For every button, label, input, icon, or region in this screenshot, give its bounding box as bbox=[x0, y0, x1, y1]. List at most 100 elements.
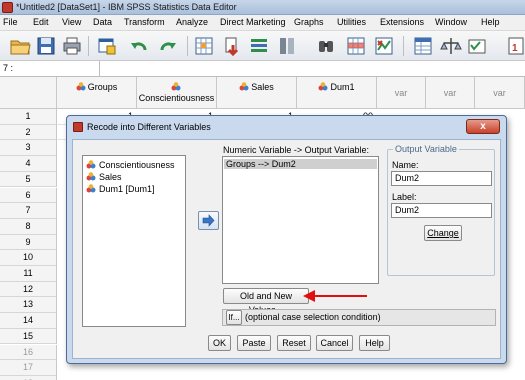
row-number[interactable]: 5 bbox=[0, 171, 57, 188]
open-folder-icon[interactable] bbox=[9, 35, 31, 57]
column-header-var[interactable]: var bbox=[426, 77, 475, 109]
row-number[interactable]: 1 bbox=[0, 109, 57, 125]
column-header-conscientiousness[interactable]: Conscientiousness bbox=[137, 77, 217, 109]
dialog-titlebar[interactable]: Recode into Different Variables x bbox=[67, 116, 506, 137]
nominal-variable-icon bbox=[318, 82, 328, 91]
row-number[interactable]: 15 bbox=[0, 328, 57, 345]
reset-button[interactable]: Reset bbox=[277, 335, 311, 351]
nominal-variable-icon bbox=[239, 82, 249, 91]
row-number[interactable]: 2 bbox=[0, 124, 57, 141]
row-number[interactable]: 12 bbox=[0, 281, 57, 298]
split-file-icon[interactable] bbox=[276, 35, 298, 57]
row-number[interactable]: 9 bbox=[0, 234, 57, 251]
row-number[interactable]: 8 bbox=[0, 218, 57, 235]
row-number[interactable]: 6 bbox=[0, 187, 57, 204]
column-header-groups[interactable]: Groups bbox=[57, 77, 137, 109]
variable-name: Sales bbox=[99, 172, 122, 182]
if-condition-area: If... (optional case selection condition… bbox=[222, 309, 496, 326]
column-header-var[interactable]: var bbox=[377, 77, 426, 109]
menu-extensions[interactable]: Extensions bbox=[380, 17, 424, 27]
print-icon[interactable] bbox=[61, 35, 83, 57]
weight-cases-icon[interactable] bbox=[440, 35, 462, 57]
mapping-list[interactable]: Groups --> Dum2 bbox=[222, 156, 379, 284]
dialog-recall-icon[interactable] bbox=[96, 35, 118, 57]
column-label: var bbox=[394, 88, 408, 98]
change-button[interactable]: Change bbox=[424, 225, 462, 241]
column-label: Conscientiousness bbox=[138, 93, 215, 103]
menu-graphs[interactable]: Graphs bbox=[294, 17, 324, 27]
nominal-variable-icon bbox=[86, 184, 96, 193]
use-variable-sets-icon[interactable]: 1 bbox=[503, 35, 525, 57]
column-label: var bbox=[493, 88, 506, 98]
menu-help[interactable]: Help bbox=[481, 17, 500, 27]
menu-window[interactable]: Window bbox=[435, 17, 467, 27]
undo-icon[interactable] bbox=[128, 35, 150, 57]
insert-variable-icon[interactable] bbox=[373, 35, 395, 57]
spss-app-icon bbox=[2, 2, 13, 13]
label-field[interactable]: Dum2 bbox=[391, 203, 492, 218]
cell-reference: 7 : bbox=[3, 63, 14, 73]
window-title: *Untitled2 [DataSet1] - IBM SPSS Statist… bbox=[16, 2, 237, 12]
window-titlebar: *Untitled2 [DataSet1] - IBM SPSS Statist… bbox=[0, 0, 525, 15]
menu-transform[interactable]: Transform bbox=[124, 17, 165, 27]
row-number[interactable]: 13 bbox=[0, 297, 57, 314]
column-label: Sales bbox=[251, 82, 274, 92]
red-arrow-icon bbox=[301, 288, 369, 304]
row-number[interactable]: 17 bbox=[0, 360, 57, 376]
goto-case-icon[interactable] bbox=[193, 35, 215, 57]
menu-view[interactable]: View bbox=[62, 17, 81, 27]
list-item[interactable]: Dum1 [Dum1] bbox=[86, 184, 155, 194]
if-button[interactable]: If... bbox=[226, 310, 242, 325]
column-label: Groups bbox=[87, 82, 118, 92]
row-number[interactable]: 16 bbox=[0, 344, 57, 361]
source-variable-list[interactable]: Conscientiousness Sales Dum1 [Dum1] bbox=[82, 155, 186, 327]
menu-file[interactable]: File bbox=[3, 17, 18, 27]
old-and-new-values-button[interactable]: Old and New Values... bbox=[223, 288, 309, 315]
goto-variable-icon[interactable] bbox=[222, 35, 244, 57]
row-number[interactable]: 18 bbox=[0, 375, 57, 380]
toolbar: 1 bbox=[0, 31, 525, 61]
move-variable-button[interactable] bbox=[198, 211, 219, 230]
menu-direct-marketing[interactable]: Direct Marketing bbox=[220, 17, 286, 27]
list-item[interactable]: Groups --> Dum2 bbox=[224, 159, 377, 169]
output-variable-legend: Output Variable bbox=[393, 144, 459, 154]
row-number[interactable]: 4 bbox=[0, 156, 57, 172]
row-number[interactable]: 14 bbox=[0, 313, 57, 329]
cell-value-field[interactable] bbox=[99, 61, 525, 76]
menu-edit[interactable]: Edit bbox=[33, 17, 49, 27]
ok-button[interactable]: OK bbox=[208, 335, 231, 351]
row-number[interactable]: 7 bbox=[0, 203, 57, 219]
row-number[interactable]: 11 bbox=[0, 266, 57, 282]
svg-text:1: 1 bbox=[512, 43, 518, 54]
row-number[interactable]: 3 bbox=[0, 140, 57, 157]
mapping-list-label: Numeric Variable -> Output Variable: bbox=[223, 145, 369, 155]
column-header-dum1[interactable]: Dum1 bbox=[297, 77, 377, 109]
spelling-icon[interactable] bbox=[466, 35, 488, 57]
toolbar-separator bbox=[88, 36, 89, 56]
save-icon[interactable] bbox=[35, 35, 57, 57]
list-item[interactable]: Sales bbox=[86, 172, 122, 182]
column-header-var[interactable]: var bbox=[475, 77, 525, 109]
spss-dialog-icon bbox=[73, 122, 83, 132]
close-button[interactable]: x bbox=[466, 119, 500, 134]
column-label: Dum1 bbox=[330, 82, 355, 92]
list-item[interactable]: Conscientiousness bbox=[86, 160, 175, 170]
column-header-sales[interactable]: Sales bbox=[217, 77, 297, 109]
name-field[interactable]: Dum2 bbox=[391, 171, 492, 186]
variable-name: Dum1 [Dum1] bbox=[99, 184, 155, 194]
find-icon[interactable] bbox=[315, 35, 337, 57]
row-number[interactable]: 10 bbox=[0, 250, 57, 266]
paste-button[interactable]: Paste bbox=[237, 335, 271, 351]
variables-icon[interactable] bbox=[248, 35, 270, 57]
nominal-variable-icon bbox=[86, 160, 96, 169]
menu-data[interactable]: Data bbox=[93, 17, 112, 27]
insert-cases-icon[interactable] bbox=[345, 35, 367, 57]
value-labels-icon[interactable] bbox=[412, 35, 434, 57]
help-button[interactable]: Help bbox=[359, 335, 390, 351]
redo-icon[interactable] bbox=[157, 35, 179, 57]
recode-dialog: Recode into Different Variables x Consci… bbox=[66, 115, 507, 364]
menu-analyze[interactable]: Analyze bbox=[176, 17, 208, 27]
cancel-button[interactable]: Cancel bbox=[316, 335, 353, 351]
nominal-variable-icon bbox=[76, 82, 86, 91]
menu-utilities[interactable]: Utilities bbox=[337, 17, 366, 27]
